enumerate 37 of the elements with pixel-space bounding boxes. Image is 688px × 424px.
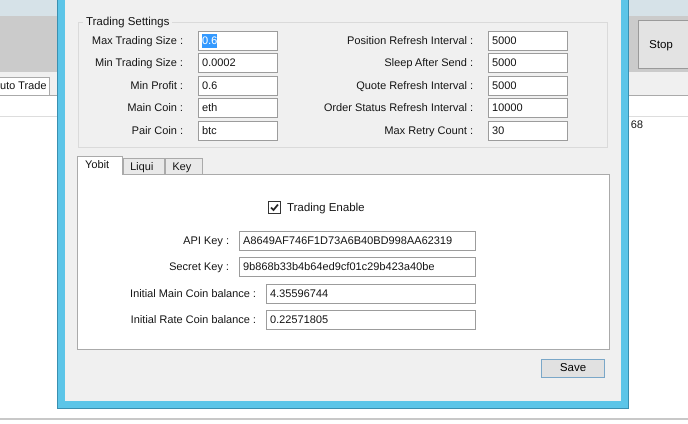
input-field[interactable]: 9b868b33b4b64ed9cf01c29b423a40be: [239, 257, 476, 278]
save-button[interactable]: Save: [541, 358, 605, 378]
input-field[interactable]: 4.35596744: [266, 284, 476, 304]
field-label: API Key :: [183, 234, 229, 249]
field-label: Min Profit :: [129, 78, 183, 94]
input-field[interactable]: 0.0002: [198, 53, 278, 74]
field-label: Initial Main Coin balance :: [130, 286, 256, 302]
tab[interactable]: Liqui: [123, 158, 166, 174]
field-label: Initial Rate Coin balance :: [130, 313, 256, 328]
stop-button[interactable]: Stop: [638, 20, 688, 69]
field-label: Main Coin :: [126, 101, 183, 116]
field-label: Min Trading Size :: [94, 56, 183, 72]
input-field[interactable]: 5000: [488, 53, 568, 74]
field-label: Pair Coin :: [130, 124, 183, 139]
tab[interactable]: Yobit: [77, 156, 124, 175]
input-field[interactable]: 0.22571805: [266, 310, 476, 330]
input-field[interactable]: 5000: [488, 76, 568, 96]
checkbox[interactable]: [268, 201, 281, 214]
table-cell-text: 68: [630, 118, 643, 133]
input-field[interactable]: 5000: [488, 31, 568, 51]
field-label: Position Refresh Interval :: [346, 34, 473, 49]
field-label: Sleep After Send :: [383, 56, 473, 72]
tab[interactable]: Key: [165, 158, 204, 174]
group-title: Trading Settings: [85, 16, 170, 28]
input-field[interactable]: btc: [198, 120, 278, 141]
input-field[interactable]: A8649AF746F1D73A6B40BD998AA62319: [239, 230, 476, 251]
field-label: Secret Key :: [169, 260, 229, 276]
field-label: Max Trading Size :: [90, 34, 183, 49]
field-label: Max Retry Count :: [383, 124, 473, 139]
field-label: Quote Refresh Interval :: [355, 78, 473, 94]
input-field[interactable]: eth: [198, 98, 278, 118]
tab[interactable]: uto Trade: [0, 77, 50, 95]
input-field[interactable]: 0.6: [198, 76, 278, 96]
field-label: Order Status Refresh Interval :: [322, 101, 473, 116]
checkbox-label: Trading Enable: [287, 202, 365, 214]
input-field[interactable]: 30: [488, 120, 568, 141]
input-field[interactable]: 10000: [488, 98, 568, 118]
